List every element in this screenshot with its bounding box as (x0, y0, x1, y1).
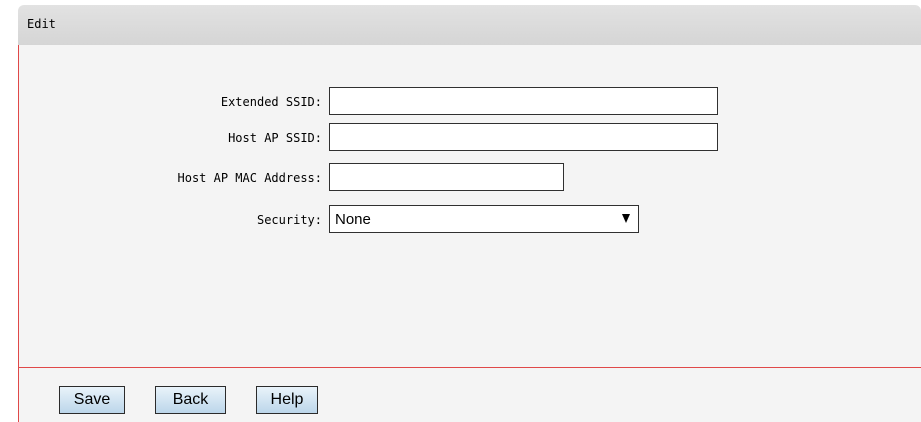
back-button[interactable]: Back (155, 386, 226, 414)
host-ap-ssid-input[interactable] (329, 123, 718, 151)
security-select-value: None (335, 211, 371, 228)
host-ap-mac-label: Host AP MAC Address: (177, 171, 323, 185)
panel-title: Edit (27, 17, 56, 31)
security-select[interactable]: None (329, 205, 639, 233)
extended-ssid-row: Extended SSID: (19, 87, 921, 115)
edit-panel: Edit Extended SSID: Host AP SSID: Host A… (18, 5, 921, 422)
extended-ssid-input[interactable] (329, 87, 718, 115)
panel-header: Edit (18, 5, 921, 45)
panel-body: Extended SSID: Host AP SSID: Host AP MAC… (18, 45, 921, 422)
dropdown-arrow-icon (622, 214, 630, 223)
security-label-box: Security: (19, 205, 322, 233)
help-button[interactable]: Help (256, 386, 318, 414)
host-ap-mac-label-box: Host AP MAC Address: (19, 163, 323, 191)
security-row: Security: None (19, 205, 921, 233)
host-ap-ssid-row: Host AP SSID: (19, 123, 921, 151)
host-ap-ssid-label: Host AP SSID: (228, 131, 322, 145)
save-button[interactable]: Save (59, 386, 125, 414)
host-ap-mac-input[interactable] (329, 163, 564, 191)
host-ap-ssid-label-box: Host AP SSID: (19, 123, 322, 151)
extended-ssid-label-box: Extended SSID: (19, 87, 322, 115)
security-label: Security: (256, 213, 322, 227)
form-divider (19, 367, 921, 368)
host-ap-mac-row: Host AP MAC Address: (19, 163, 921, 191)
extended-ssid-label: Extended SSID: (220, 95, 322, 109)
